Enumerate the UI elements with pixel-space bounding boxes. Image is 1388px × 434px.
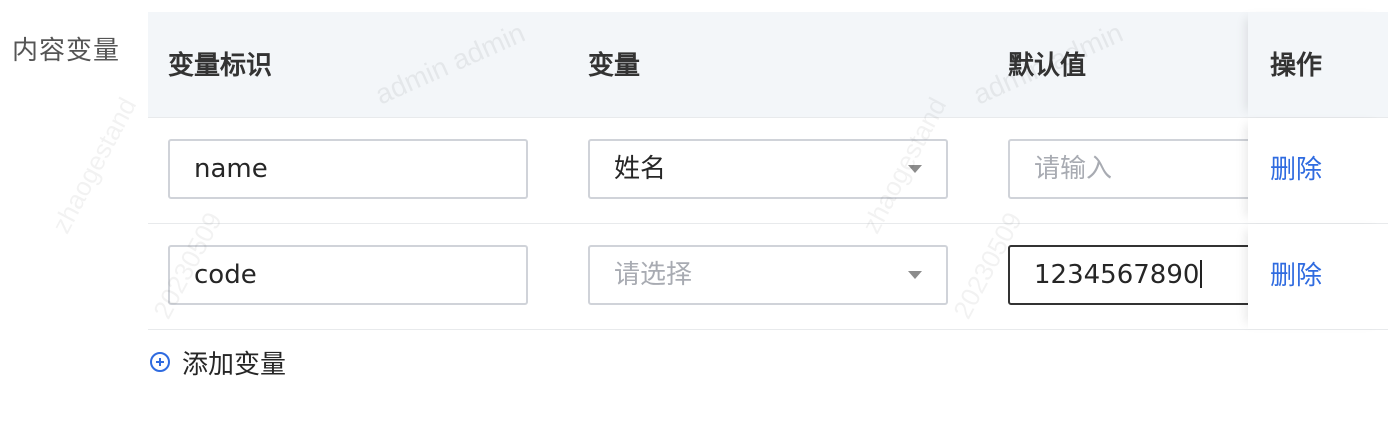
- delete-row-button[interactable]: 删除: [1270, 118, 1322, 223]
- column-header-default: 默认值: [1008, 51, 1087, 81]
- text-cursor: [1200, 259, 1203, 288]
- caret-down-icon: [908, 271, 922, 279]
- column-header-action: 操作: [1270, 51, 1323, 81]
- add-variable-label: 添加变量: [182, 349, 287, 380]
- caret-down-icon: [908, 165, 922, 173]
- delete-row-button[interactable]: 删除: [1270, 224, 1322, 329]
- variable-key-input[interactable]: name: [168, 139, 528, 199]
- action-cell: 删除: [1248, 118, 1388, 223]
- default-value-text: 1234567890: [1034, 260, 1200, 290]
- table-row: code 请选择 1234567890 删除: [148, 224, 1388, 330]
- variable-key-value: name: [194, 154, 268, 184]
- variables-table: 变量标识 变量 默认值 操作 name 姓名 请输入 删除 code 请选择 1…: [148, 12, 1388, 330]
- default-value-input[interactable]: 请输入: [1008, 139, 1268, 199]
- table-row: name 姓名 请输入 删除: [148, 118, 1388, 224]
- variable-select[interactable]: 姓名: [588, 139, 948, 199]
- action-column-header-cell: 操作: [1248, 12, 1388, 117]
- plus-circle-icon: [150, 352, 170, 372]
- variable-key-input[interactable]: code: [168, 245, 528, 305]
- add-variable-button[interactable]: 添加变量: [150, 345, 287, 380]
- table-header: 变量标识 变量 默认值 操作: [148, 12, 1388, 118]
- default-value-placeholder: 请输入: [1034, 154, 1113, 184]
- variable-select-value: 姓名: [614, 154, 667, 184]
- column-header-key: 变量标识: [168, 51, 273, 81]
- action-cell: 删除: [1248, 224, 1388, 329]
- variable-select-placeholder: 请选择: [614, 260, 693, 290]
- default-value-input[interactable]: 1234567890: [1008, 245, 1268, 305]
- column-header-variable: 变量: [588, 51, 641, 81]
- watermark-text: zhaogestand: [45, 92, 143, 239]
- variable-key-value: code: [194, 260, 257, 290]
- variable-select[interactable]: 请选择: [588, 245, 948, 305]
- variables-form-label: 内容变量: [12, 36, 121, 66]
